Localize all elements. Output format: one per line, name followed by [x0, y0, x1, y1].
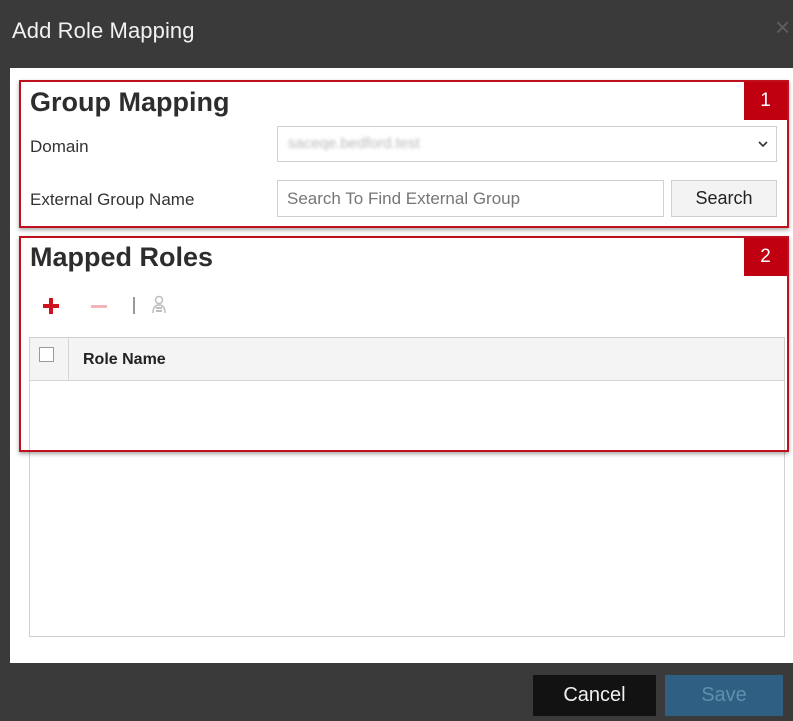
callout-box-1 — [19, 80, 789, 228]
close-icon[interactable]: × — [775, 14, 790, 40]
add-role-mapping-dialog: Add Role Mapping × Group Mapping Domain … — [0, 0, 793, 721]
dialog-titlebar: Add Role Mapping × — [0, 0, 793, 68]
callout-number-2: 2 — [744, 238, 787, 276]
callout-number-1: 1 — [744, 82, 787, 120]
save-button[interactable]: Save — [665, 675, 783, 716]
callout-box-2 — [19, 236, 789, 452]
dialog-footer: Cancel Save — [0, 663, 793, 721]
cancel-button[interactable]: Cancel — [533, 675, 656, 716]
dialog-title: Add Role Mapping — [12, 18, 195, 43]
